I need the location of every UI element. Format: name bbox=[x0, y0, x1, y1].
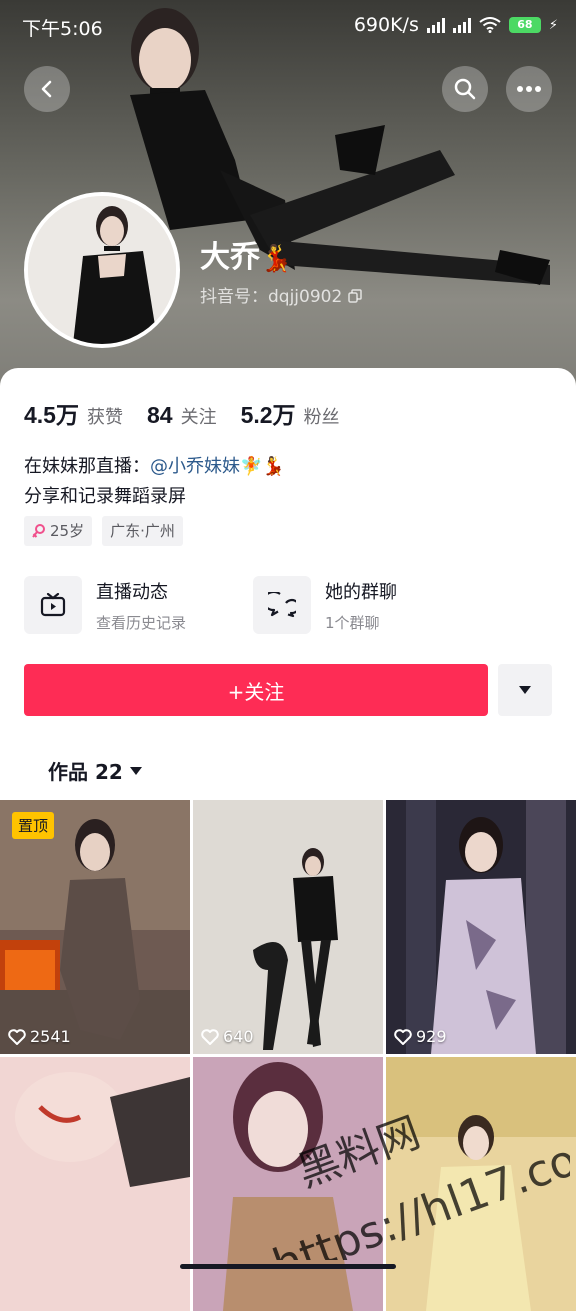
heart-icon bbox=[8, 1028, 26, 1045]
mention-link[interactable]: @小乔妹妹 bbox=[150, 456, 240, 477]
wifi-icon bbox=[479, 17, 501, 33]
video-thumbnail[interactable] bbox=[386, 1057, 576, 1311]
tv-icon bbox=[40, 593, 66, 617]
likes-label: 获赞 bbox=[86, 407, 123, 428]
home-indicator bbox=[180, 1264, 396, 1269]
followers-count[interactable]: 5.2万 bbox=[241, 396, 296, 430]
feature-title: 她的群聊 bbox=[325, 581, 397, 603]
feature-subtitle: 1个群聊 bbox=[325, 613, 380, 632]
profile-card: 4.5万 获赞 84 关注 5.2万 粉丝 在妹妹那直播：@小乔妹妹🧚💃 分享和… bbox=[0, 368, 576, 1311]
age-tag: 25岁 bbox=[24, 516, 93, 546]
avatar-photo bbox=[28, 196, 176, 344]
recommend-dropdown-button[interactable] bbox=[498, 664, 552, 716]
profile-banner: 下午5:06 690K/s 68 ⚡ 大乔💃 抖音号：dqjj0902 bbox=[0, 0, 576, 400]
feature-icon-box bbox=[24, 576, 82, 634]
live-history-entry[interactable]: 直播动态 查看历史记录 bbox=[24, 576, 186, 634]
profile-tags: 25岁 广东·广州 bbox=[24, 516, 183, 546]
profile-stats: 4.5万 获赞 84 关注 5.2万 粉丝 bbox=[24, 396, 364, 430]
video-likes: 2541 bbox=[8, 1027, 71, 1046]
video-thumbnail[interactable]: 640 bbox=[193, 800, 383, 1054]
video-thumbnail[interactable]: 929 bbox=[386, 800, 576, 1054]
tab-works[interactable]: 作品 22 bbox=[48, 756, 143, 785]
status-bar: 下午5:06 690K/s 68 ⚡ bbox=[0, 0, 576, 52]
heart-icon bbox=[201, 1028, 219, 1045]
network-speed: 690K/s bbox=[353, 14, 419, 36]
following-count[interactable]: 84 bbox=[147, 402, 173, 429]
location-tag: 广东·广州 bbox=[102, 516, 183, 546]
feature-title: 直播动态 bbox=[96, 581, 168, 603]
pinned-badge: 置顶 bbox=[12, 812, 55, 839]
battery-indicator: 68 bbox=[508, 17, 541, 33]
likes-count: 929 bbox=[416, 1027, 447, 1046]
nickname-text: 大乔 bbox=[200, 241, 260, 274]
video-cover bbox=[386, 800, 576, 1054]
back-button[interactable] bbox=[24, 66, 70, 112]
profile-bio: 在妹妹那直播：@小乔妹妹🧚💃 分享和记录舞蹈录屏 bbox=[24, 452, 285, 512]
copy-icon[interactable] bbox=[347, 289, 362, 303]
chevron-left-icon bbox=[41, 80, 52, 98]
more-dots-icon bbox=[517, 86, 541, 92]
likes-count: 2541 bbox=[30, 1027, 71, 1046]
nickname-emoji: 💃 bbox=[260, 243, 293, 273]
video-thumbnail[interactable] bbox=[0, 1057, 190, 1311]
feature-subtitle: 查看历史记录 bbox=[96, 613, 187, 632]
heart-icon bbox=[394, 1028, 412, 1045]
group-chat-entry[interactable]: 她的群聊 1个群聊 bbox=[253, 576, 397, 634]
charging-icon: ⚡ bbox=[548, 17, 558, 33]
douyin-id[interactable]: 抖音号：dqjj0902 bbox=[200, 282, 362, 307]
follow-button[interactable]: +关注 bbox=[24, 664, 488, 716]
video-cover bbox=[386, 1057, 576, 1311]
works-tab-label: 作品 22 bbox=[48, 760, 123, 784]
age-text: 25岁 bbox=[50, 522, 85, 540]
douyin-id-text: 抖音号：dqjj0902 bbox=[200, 287, 343, 307]
video-likes: 640 bbox=[201, 1027, 254, 1046]
signal-icon bbox=[452, 17, 471, 33]
feature-text: 直播动态 查看历史记录 bbox=[96, 578, 186, 633]
search-icon bbox=[454, 78, 476, 100]
video-cover bbox=[193, 1057, 383, 1311]
feature-icon-box bbox=[253, 576, 311, 634]
bio-emoji: 🧚💃 bbox=[240, 456, 285, 477]
following-label: 关注 bbox=[180, 407, 217, 428]
likes-count[interactable]: 4.5万 bbox=[24, 396, 79, 430]
video-cover bbox=[193, 800, 383, 1054]
profile-nickname: 大乔💃 bbox=[200, 232, 292, 276]
feature-text: 她的群聊 1个群聊 bbox=[325, 578, 397, 633]
avatar[interactable] bbox=[24, 192, 180, 348]
bio-line-2: 分享和记录舞蹈录屏 bbox=[24, 486, 186, 507]
female-icon bbox=[32, 524, 45, 538]
video-thumbnail[interactable] bbox=[193, 1057, 383, 1311]
chat-icon bbox=[268, 592, 296, 618]
caret-down-icon bbox=[129, 766, 142, 775]
video-thumbnail[interactable]: 置顶 2541 bbox=[0, 800, 190, 1054]
status-time: 下午5:06 bbox=[22, 18, 103, 40]
likes-count: 640 bbox=[223, 1027, 254, 1046]
more-options-button[interactable] bbox=[506, 66, 552, 112]
status-indicators: 690K/s 68 ⚡ bbox=[354, 14, 558, 36]
followers-label: 粉丝 bbox=[303, 407, 340, 428]
search-button[interactable] bbox=[442, 66, 488, 112]
caret-down-icon bbox=[519, 686, 531, 694]
bio-line-1: 在妹妹那直播：@小乔妹妹🧚💃 bbox=[24, 452, 285, 482]
signal-icon bbox=[426, 17, 445, 33]
video-cover bbox=[0, 1057, 190, 1311]
video-likes: 929 bbox=[394, 1027, 447, 1046]
bio-prefix: 在妹妹那直播： bbox=[24, 456, 150, 477]
